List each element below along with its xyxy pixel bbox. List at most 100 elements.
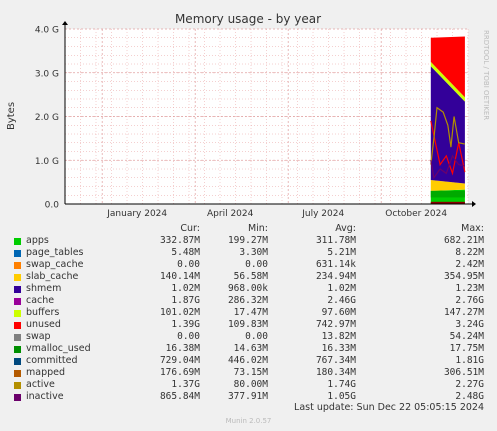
legend-row-mapped: mapped 176.69M 73.15M 180.34M 306.51M — [0, 367, 497, 379]
legend-min: 14.63M — [233, 343, 268, 354]
legend-name: active — [26, 379, 55, 390]
y-tick-label: 0.0 — [45, 201, 60, 211]
legend-row-unused: unused 1.39G 109.83M 742.97M 3.24G — [0, 319, 497, 331]
legend-swatch — [14, 334, 21, 341]
legend-cur: 332.87M — [159, 235, 200, 246]
legend-avg: 16.33M — [321, 343, 356, 354]
legend-name: unused — [26, 319, 61, 330]
legend-row-committed: committed 729.04M 446.02M 767.34M 1.81G — [0, 355, 497, 367]
legend-max: 2.27G — [455, 379, 484, 390]
legend-cur: 865.84M — [159, 391, 200, 402]
grid — [64, 28, 469, 205]
legend-min: 377.91M — [227, 391, 268, 402]
legend-cur: 1.87G — [171, 295, 200, 306]
legend-avg: 767.34M — [315, 355, 356, 366]
legend-row-swap_cache: swap_cache 0.00 0.00 631.14k 2.42M — [0, 259, 497, 271]
legend-name: vmalloc_used — [26, 343, 91, 354]
y-tick-label: 4.0 G — [35, 26, 59, 36]
legend-avg: 742.97M — [315, 319, 356, 330]
y-tick-label: 1.0 G — [35, 157, 59, 167]
legend-name: shmem — [26, 283, 62, 294]
x-tick-label: April 2024 — [207, 209, 254, 219]
legend-max: 17.75M — [449, 343, 484, 354]
legend-cur: 729.04M — [159, 355, 200, 366]
legend-name: swap_cache — [26, 259, 84, 270]
legend-max: 3.24G — [455, 319, 484, 330]
legend-avg: 311.78M — [315, 235, 356, 246]
legend-cur: 176.69M — [159, 367, 200, 378]
legend-swatch — [14, 322, 21, 329]
x-tick-label: July 2024 — [301, 209, 344, 219]
legend-avg: 13.82M — [321, 331, 356, 342]
legend-name: committed — [26, 355, 78, 366]
legend-row-vmalloc_used: vmalloc_used 16.38M 14.63M 16.33M 17.75M — [0, 343, 497, 355]
legend-max: 1.23M — [455, 283, 484, 294]
legend-avg: 180.34M — [315, 367, 356, 378]
legend-min: 80.00M — [233, 379, 268, 390]
legend-swatch — [14, 346, 21, 353]
legend-row-shmem: shmem 1.02M 968.00k 1.02M 1.23M — [0, 283, 497, 295]
legend-max: 682.21M — [443, 235, 484, 246]
legend-min: 56.58M — [233, 271, 268, 282]
legend-row-buffers: buffers 101.02M 17.47M 97.60M 147.27M — [0, 307, 497, 319]
legend-swatch — [14, 274, 21, 281]
legend-max: 1.81G — [455, 355, 484, 366]
legend-max: 2.76G — [455, 295, 484, 306]
legend-row-slab_cache: slab_cache 140.14M 56.58M 234.94M 354.95M — [0, 271, 497, 283]
legend-swatch — [14, 250, 21, 257]
legend-name: slab_cache — [26, 271, 79, 282]
legend-max: 8.22M — [455, 247, 484, 258]
legend-cur: 0.00 — [177, 331, 200, 342]
munin-version: Munin 2.0.57 — [225, 417, 272, 425]
legend-row-cache: cache 1.87G 286.32M 2.46G 2.76G — [0, 295, 497, 307]
legend-cur: 0.00 — [177, 259, 200, 270]
legend-cur: 5.48M — [171, 247, 200, 258]
legend-max: 147.27M — [443, 307, 484, 318]
legend-avg: 1.02M — [327, 283, 356, 294]
legend-min: 3.30M — [239, 247, 268, 258]
legend-name: apps — [26, 235, 49, 246]
legend-min: 446.02M — [227, 355, 268, 366]
legend-max: 2.42M — [455, 259, 484, 270]
legend-swatch — [14, 286, 21, 293]
legend-min: 109.83M — [227, 319, 268, 330]
legend-avg: 631.14k — [315, 259, 356, 270]
last-update: Last update: Sun Dec 22 05:05:15 2024 — [294, 402, 484, 413]
legend-swatch — [14, 370, 21, 377]
legend-min: 199.27M — [227, 235, 268, 246]
legend-max: 54.24M — [449, 331, 484, 342]
rrdtool-credit: RRDTOOL / TOBI OETIKER — [482, 30, 490, 120]
legend-cur: 16.38M — [165, 343, 200, 354]
area-vmalloc — [430, 190, 465, 198]
legend-min: 968.00k — [227, 283, 268, 294]
legend-row-apps: apps 332.87M 199.27M 311.78M 682.21M — [0, 235, 497, 247]
legend-avg: 234.94M — [315, 271, 356, 282]
legend-name: cache — [26, 295, 55, 306]
legend-swatch — [14, 298, 21, 305]
legend-swatch — [14, 262, 21, 269]
y-tick-label: 3.0 G — [35, 69, 59, 79]
legend-min: 0.00 — [245, 259, 268, 270]
y-tick-label: 2.0 G — [35, 113, 59, 123]
legend-avg: 2.46G — [327, 295, 356, 306]
legend-name: mapped — [26, 367, 66, 378]
legend-max: 306.51M — [443, 367, 484, 378]
legend-cur: 1.02M — [171, 283, 200, 294]
legend-swatch — [14, 310, 21, 317]
legend-min: 0.00 — [245, 331, 268, 342]
legend-row-active: active 1.37G 80.00M 1.74G 2.27G — [0, 379, 497, 391]
legend-avg: 5.21M — [327, 247, 356, 258]
legend-swatch — [14, 358, 21, 365]
legend-name: inactive — [26, 391, 64, 402]
legend-name: swap — [26, 331, 51, 342]
legend-max: 354.95M — [443, 271, 484, 282]
legend-cur: 1.37G — [171, 379, 200, 390]
legend-name: page_tables — [26, 247, 84, 258]
legend-swatch — [14, 238, 21, 245]
legend-cur: 101.02M — [159, 307, 200, 318]
header-min: Min: — [247, 223, 268, 234]
legend-min: 73.15M — [233, 367, 268, 378]
x-tick-label: October 2024 — [385, 209, 447, 219]
legend-name: buffers — [26, 307, 60, 318]
y-axis-label: Bytes — [6, 102, 17, 130]
